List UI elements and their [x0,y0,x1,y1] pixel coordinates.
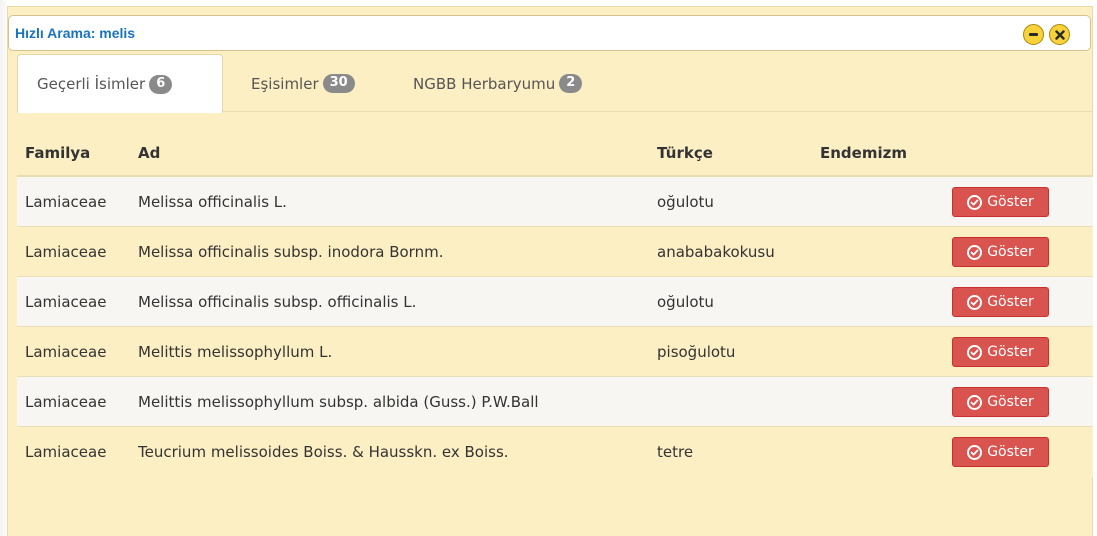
tab-gecerli-isimler[interactable]: Geçerli İsimler 6 [17,54,223,113]
button-label: Göster [987,394,1034,410]
cell-ad: Melittis melissophyllum subsp. albida (G… [138,392,539,411]
minus-icon [1029,33,1038,36]
column-header-turkce: Türkçe [657,143,713,162]
cell-ad: Teucrium melissoides Boiss. & Hausskn. e… [138,443,509,461]
table-row: Lamiaceae Teucrium melissoides Boiss. & … [17,427,1093,477]
table-row: Lamiaceae Melittis melissophyllum subsp.… [17,377,1093,427]
button-label: Göster [987,444,1034,460]
goster-button[interactable]: Göster [952,387,1049,417]
cell-turkce: tetre [657,443,694,461]
count-badge: 6 [149,74,173,94]
table-row: Lamiaceae Melissa officinalis subsp. off… [17,277,1093,327]
cell-ad: Melissa officinalis subsp. officinalis L… [138,292,417,311]
cell-familya: Lamiaceae [25,242,107,261]
check-circle-icon [967,294,983,310]
cell-turkce: oğulotu [657,292,714,311]
table-row: Lamiaceae Melittis melissophyllum L. pis… [17,327,1093,377]
table-row: Lamiaceae Melissa officinalis L. oğulotu… [17,177,1093,227]
count-badge: 30 [322,74,355,93]
table-row: Lamiaceae Melissa officinalis subsp. ino… [17,227,1093,277]
column-header-endemizm: Endemizm [820,143,907,162]
goster-button[interactable]: Göster [952,287,1049,317]
button-label: Göster [987,294,1034,310]
cell-familya: Lamiaceae [25,392,107,411]
button-label: Göster [987,194,1034,210]
check-circle-icon [967,444,983,460]
cell-familya: Lamiaceae [25,292,107,311]
cell-turkce: oğulotu [657,192,714,211]
dialog-titlebar[interactable]: Hızlı Arama: melis [8,15,1091,51]
goster-button[interactable]: Göster [952,437,1049,467]
tab-label: NGBB Herbaryumu [413,74,556,93]
column-header-ad: Ad [138,143,161,162]
dialog-title: Hızlı Arama: melis [15,25,136,41]
close-button[interactable] [1049,24,1070,45]
cell-familya: Lamiaceae [25,443,107,461]
cell-ad: Melittis melissophyllum L. [138,342,333,361]
check-circle-icon [967,194,983,210]
check-circle-icon [967,394,983,410]
tab-ngbb-herbaryumu[interactable]: NGBB Herbaryumu 2 [413,54,583,113]
cell-turkce: pisoğulotu [657,342,736,361]
goster-button[interactable]: Göster [952,337,1049,367]
tab-label: Eşisimler [251,74,319,93]
check-circle-icon [967,244,983,260]
close-icon [1054,29,1065,40]
goster-button[interactable]: Göster [952,187,1049,217]
results-table: Familya Ad Türkçe Endemizm Lamiaceae Mel… [17,130,1093,477]
cell-turkce: anababakokusu [657,242,775,261]
column-header-familya: Familya [25,143,91,162]
result-tabs: Geçerli İsimler 6 Eşisimler 30 NGBB Herb… [17,54,1093,113]
button-label: Göster [987,344,1034,360]
tab-esisimler[interactable]: Eşisimler 30 [251,54,355,113]
minimize-button[interactable] [1023,24,1044,45]
goster-button[interactable]: Göster [952,237,1049,267]
button-label: Göster [987,244,1034,260]
tab-label: Geçerli İsimler [37,75,146,93]
cell-familya: Lamiaceae [25,342,107,361]
table-header: Familya Ad Türkçe Endemizm [17,130,1093,177]
check-circle-icon [967,344,983,360]
cell-ad: Melissa officinalis subsp. inodora Bornm… [138,242,444,261]
cell-ad: Melissa officinalis L. [138,192,287,211]
count-badge: 2 [559,74,583,93]
cell-familya: Lamiaceae [25,192,107,211]
